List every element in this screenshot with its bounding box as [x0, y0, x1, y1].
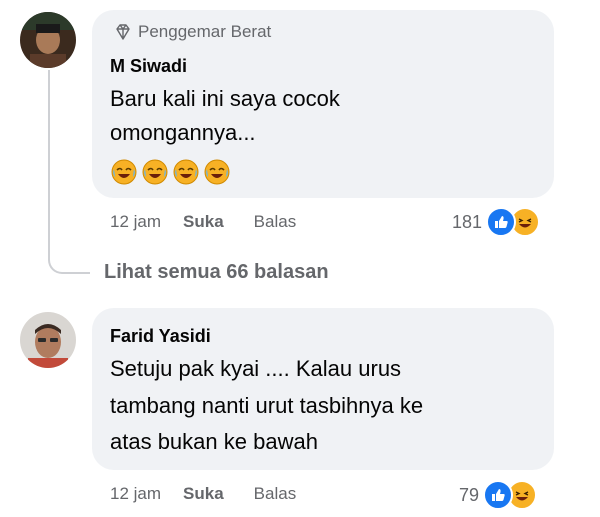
comment-text-line: Baru kali ini saya cocok — [110, 86, 340, 111]
reaction-count: 79 — [459, 484, 480, 505]
reaction-summary[interactable]: 181 — [452, 207, 541, 237]
comment-author[interactable]: M Siwadi — [110, 56, 187, 77]
comment-text-line: atas bukan ke bawah — [110, 429, 318, 454]
thread-line-curve — [48, 258, 90, 274]
comment-actions: 12 jam Suka Balas — [110, 484, 296, 504]
comment-author[interactable]: Farid Yasidi — [110, 326, 211, 347]
laughing-crying-emoji-icon — [204, 159, 230, 185]
fan-badge: Penggemar Berat — [114, 22, 271, 42]
comment-text-line: omongannya... — [110, 120, 256, 145]
reply-button[interactable]: Balas — [254, 484, 297, 504]
like-reaction-icon — [483, 480, 514, 510]
like-reaction-icon — [486, 207, 517, 237]
like-button[interactable]: Suka — [183, 212, 224, 232]
emoji-row — [110, 158, 231, 186]
comment-time[interactable]: 12 jam — [110, 484, 161, 504]
comment-text-line: tambang nanti urut tasbihnya ke — [110, 393, 424, 418]
reaction-count: 181 — [452, 211, 483, 232]
laughing-crying-emoji-icon — [142, 159, 168, 185]
like-button[interactable]: Suka — [183, 484, 224, 504]
comment-actions: 12 jam Suka Balas — [110, 212, 296, 232]
laughing-crying-emoji-icon — [173, 159, 199, 185]
badge-label: Penggemar Berat — [138, 22, 272, 41]
avatar[interactable] — [20, 312, 76, 368]
diamond-icon — [116, 24, 130, 40]
laughing-crying-emoji-icon — [111, 159, 137, 185]
view-all-replies-link[interactable]: Lihat semua 66 balasan — [104, 261, 329, 284]
comment-text-line: Setuju pak kyai .... Kalau urus — [110, 356, 402, 381]
thread-line — [48, 70, 50, 260]
comment-time[interactable]: 12 jam — [110, 212, 161, 232]
avatar[interactable] — [20, 12, 76, 68]
reply-button[interactable]: Balas — [254, 212, 297, 232]
reaction-summary[interactable]: 79 — [459, 480, 538, 510]
